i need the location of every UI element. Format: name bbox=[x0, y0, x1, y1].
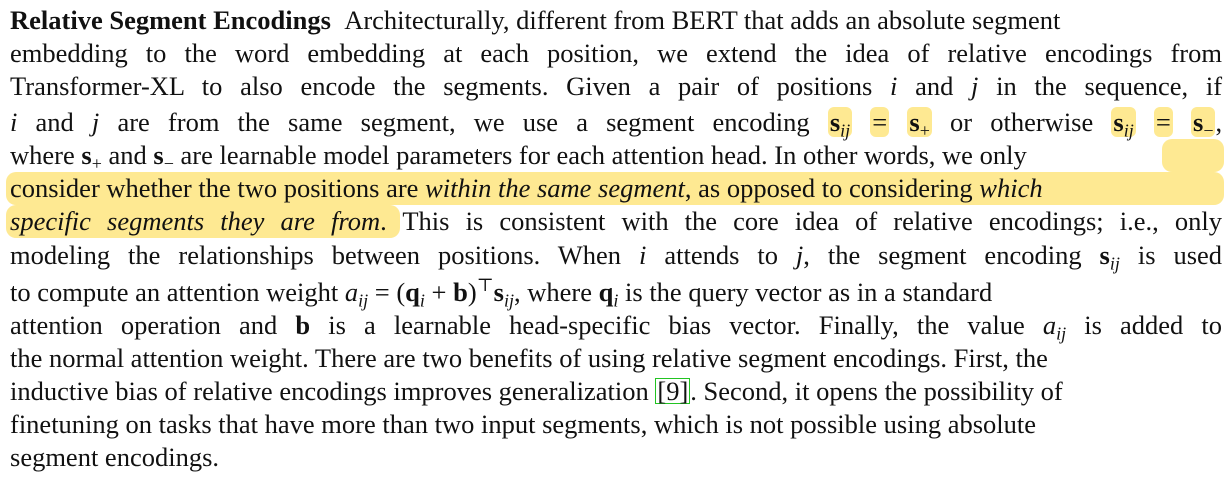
text-fragment: only bbox=[979, 140, 1027, 170]
text-line: i and j are from the same segment, we us… bbox=[10, 107, 1223, 141]
text-fragment: attends to bbox=[664, 240, 778, 270]
math-i: i bbox=[890, 71, 898, 101]
text-fragment: embedding to the word embedding at each … bbox=[10, 38, 1222, 68]
text-fragment: Architecturally, different from BERT tha… bbox=[344, 5, 1061, 35]
text-fragment: . This is consistent with the core idea … bbox=[380, 206, 1222, 236]
text-fragment: modeling the relationships between posit… bbox=[10, 240, 622, 270]
math-q-i: qi bbox=[598, 277, 619, 311]
text-fragment: is used bbox=[1137, 240, 1223, 270]
text-line: Relative Segment Encodings Architectural… bbox=[10, 4, 1222, 37]
text-fragment: . Second, it opens the possibility of bbox=[690, 376, 1063, 406]
highlight-math-eq: = bbox=[1153, 107, 1173, 137]
text-fragment: is added to bbox=[1084, 310, 1222, 340]
text-line: segment encodings. bbox=[10, 441, 1222, 474]
text-line: attention operation and b is a learnable… bbox=[10, 309, 1222, 342]
text-line: where s+ and s− are learnable model para… bbox=[10, 139, 1222, 172]
math-b: b bbox=[295, 310, 311, 340]
text-line: modeling the relationships between posit… bbox=[10, 239, 1222, 272]
text-fragment: and bbox=[915, 71, 954, 101]
text-line: the normal attention weight. There are t… bbox=[10, 342, 1222, 375]
text-fragment: the normal attention weight. There are t… bbox=[10, 343, 1048, 373]
text-fragment: where bbox=[10, 140, 75, 170]
text-fragment: are from the same segment, we use a segm… bbox=[117, 107, 810, 137]
text-fragment: in the sequence, if bbox=[996, 71, 1223, 101]
math-a-ij-formula: aij = (qi + b)⊤sij bbox=[344, 275, 514, 311]
text-fragment-italic: specific segments they are from bbox=[10, 206, 381, 236]
text-line: to compute an attention weight aij = (qi… bbox=[10, 276, 1222, 309]
math-a-ij: aij bbox=[1042, 310, 1067, 344]
text-fragment: is a learnable head-specific bias vector… bbox=[328, 310, 1025, 340]
text-fragment: and bbox=[108, 140, 147, 170]
paper-paragraph: Relative Segment Encodings Architectural… bbox=[0, 0, 1232, 477]
math-i: i bbox=[10, 107, 18, 137]
math-j: j bbox=[971, 71, 979, 101]
math-i: i bbox=[639, 240, 647, 270]
highlight-math-s-ij: sij bbox=[827, 107, 853, 141]
math-s-minus: s− bbox=[153, 140, 174, 174]
text-line: Transformer-XL to also encode the segmen… bbox=[10, 70, 1222, 103]
highlight-math-s-minus: s− bbox=[1190, 107, 1216, 141]
text-fragment: Transformer-XL to also encode the segmen… bbox=[10, 71, 873, 101]
text-fragment: to compute an attention weight bbox=[10, 277, 339, 307]
text-fragment: and bbox=[35, 107, 74, 137]
text-fragment: attention operation and bbox=[10, 310, 278, 340]
text-fragment: , as opposed to considering bbox=[684, 173, 973, 203]
highlight-math-s-ij: sij bbox=[1111, 107, 1136, 141]
text-line: inductive bias of relative encodings imp… bbox=[10, 375, 1222, 408]
section-heading: Relative Segment Encodings bbox=[10, 5, 331, 35]
text-fragment: are learnable model parameters for each … bbox=[180, 140, 973, 170]
text-line: embedding to the word embedding at each … bbox=[10, 37, 1222, 70]
text-line: specific segments they are from. This is… bbox=[10, 205, 1222, 238]
highlight-math-eq: = bbox=[870, 107, 890, 137]
text-fragment: consider whether the two positions are bbox=[10, 173, 419, 203]
text-line: consider whether the two positions are w… bbox=[10, 172, 1222, 205]
text-fragment: segment encodings. bbox=[10, 442, 220, 472]
text-fragment: or otherwise bbox=[950, 107, 1094, 137]
text-fragment-italic: within the same segment bbox=[425, 173, 685, 203]
math-j: j bbox=[91, 107, 100, 137]
text-fragment: , the segment encoding bbox=[803, 240, 1082, 270]
highlight-math-s-plus: s+ bbox=[907, 107, 932, 141]
citation-link[interactable]: [9] bbox=[655, 378, 691, 404]
math-s-plus: s+ bbox=[81, 140, 102, 174]
text-fragment: inductive bias of relative encodings imp… bbox=[10, 376, 649, 406]
text-line: finetuning on tasks that have more than … bbox=[10, 408, 1222, 441]
text-fragment: , where bbox=[514, 277, 592, 307]
text-fragment-italic: which bbox=[979, 173, 1043, 203]
math-s-ij: sij bbox=[1099, 240, 1120, 274]
text-fragment: is the query vector as in a standard bbox=[625, 277, 993, 307]
text-fragment: finetuning on tasks that have more than … bbox=[10, 409, 1037, 439]
